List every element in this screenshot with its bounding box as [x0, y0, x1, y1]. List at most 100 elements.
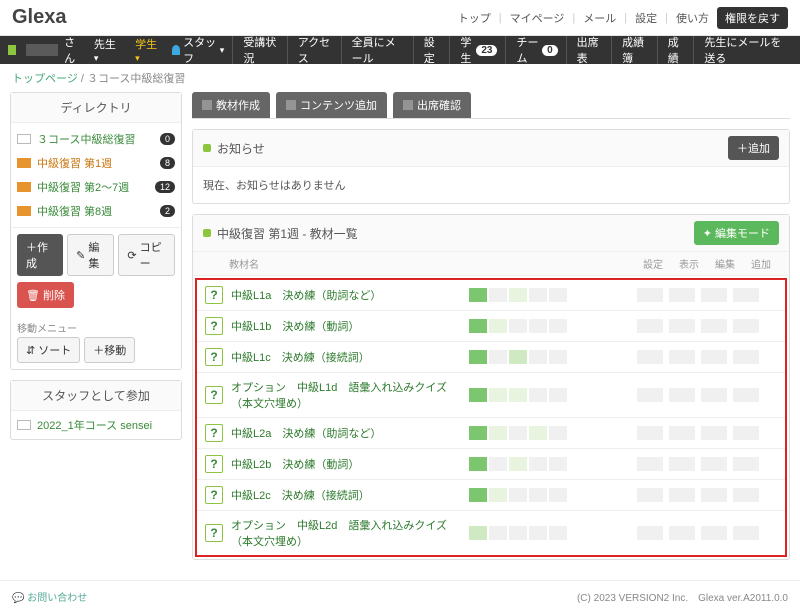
row-action[interactable]	[637, 488, 663, 502]
directory-item[interactable]: 中級復習 第8週2	[15, 199, 177, 223]
material-link[interactable]: 中級L1a 決め練（助詞など）	[231, 287, 461, 303]
nav-mail-teacher[interactable]: 先生にメールを送る	[696, 36, 792, 64]
row-action[interactable]	[669, 488, 695, 502]
tab-attendance-check[interactable]: 出席確認	[393, 92, 471, 118]
notice-add-button[interactable]: ＋追加	[728, 136, 779, 160]
nav-settings[interactable]: 設定	[416, 36, 451, 64]
move-menu-title: 移動メニュー	[11, 314, 181, 337]
top-link-settings[interactable]: 設定	[635, 10, 657, 26]
role-student-dropdown[interactable]: 学生	[129, 36, 164, 64]
row-action[interactable]	[701, 457, 727, 471]
material-link[interactable]: 中級L2c 決め練（接続詞）	[231, 487, 461, 503]
col-add: 追加	[743, 256, 779, 271]
row-action[interactable]	[701, 488, 727, 502]
row-action[interactable]	[701, 426, 727, 440]
nav-mailall[interactable]: 全員にメール	[344, 36, 414, 64]
row-action[interactable]	[733, 526, 759, 540]
row-action[interactable]	[637, 457, 663, 471]
material-link[interactable]: 中級L2a 決め練（助詞など）	[231, 425, 461, 441]
row-action[interactable]	[701, 526, 727, 540]
breadcrumb: トップページ / ３コース中級総復習	[0, 64, 800, 92]
material-row: ?中級L1b 決め練（動詞）	[197, 311, 785, 342]
row-action[interactable]	[637, 388, 663, 402]
row-action[interactable]	[669, 319, 695, 333]
nav-team[interactable]: チーム0	[508, 36, 566, 64]
row-action[interactable]	[637, 350, 663, 364]
top-link-mail[interactable]: メール	[583, 10, 616, 26]
top-link-mypage[interactable]: マイページ	[510, 10, 565, 26]
material-link[interactable]: オプション 中級L1d 語彙入れ込みクイズ（本文穴埋め）	[231, 379, 461, 411]
copy-button[interactable]: ⟳コピー	[118, 234, 175, 276]
tab-add-content[interactable]: コンテンツ追加	[276, 92, 387, 118]
progress-cell	[469, 350, 487, 364]
nav-students[interactable]: 学生23	[452, 36, 506, 64]
role-teacher-dropdown[interactable]: 先生	[88, 36, 123, 64]
row-action[interactable]	[733, 457, 759, 471]
row-action[interactable]	[733, 488, 759, 502]
edit-button[interactable]: ✎編集	[67, 234, 114, 276]
sort-button[interactable]: ⇵ソート	[17, 337, 80, 363]
row-action[interactable]	[669, 526, 695, 540]
section-dot-icon	[203, 144, 211, 152]
progress-cell	[549, 526, 567, 540]
progress-cell	[489, 319, 507, 333]
progress-cell	[489, 350, 507, 364]
progress-cell	[529, 288, 547, 302]
row-action[interactable]	[733, 388, 759, 402]
row-action[interactable]	[669, 388, 695, 402]
progress-cell	[489, 388, 507, 402]
row-action[interactable]	[669, 457, 695, 471]
student-count-badge: 23	[476, 45, 497, 56]
top-link-help[interactable]: 使い方	[676, 10, 709, 26]
nav-gradebook[interactable]: 成績簿	[614, 36, 658, 64]
tab-bar: 教材作成 コンテンツ追加 出席確認	[192, 92, 790, 119]
row-action[interactable]	[669, 288, 695, 302]
material-link[interactable]: 中級L1b 決め練（動詞）	[231, 318, 461, 334]
progress-cell	[549, 388, 567, 402]
progress-cell	[469, 457, 487, 471]
directory-item[interactable]: ３コース中級総復習0	[15, 127, 177, 151]
directory-item[interactable]: 中級復習 第2〜7週12	[15, 175, 177, 199]
row-action[interactable]	[701, 319, 727, 333]
nav-bar: さん 先生 学生 スタッフ 受講状況 アクセス 全員にメール 設定 学生23 チ…	[0, 36, 800, 64]
material-link[interactable]: 中級L2b 決め練（動詞）	[231, 456, 461, 472]
tab-create-material[interactable]: 教材作成	[192, 92, 270, 118]
material-row: ? 中級L1a 決め練（助詞など）	[197, 280, 785, 311]
row-action[interactable]	[637, 288, 663, 302]
delete-button[interactable]: 🗑削除	[17, 282, 74, 308]
row-action[interactable]	[733, 350, 759, 364]
row-action[interactable]	[701, 388, 727, 402]
row-action[interactable]	[701, 350, 727, 364]
folder-icon	[17, 420, 31, 430]
question-icon: ?	[205, 286, 223, 304]
row-action[interactable]	[733, 288, 759, 302]
nav-staff-dropdown[interactable]: スタッフ	[164, 36, 233, 64]
material-link[interactable]: 中級L1c 決め練（接続詞）	[231, 349, 461, 365]
directory-item[interactable]: 中級復習 第1週8	[15, 151, 177, 175]
nav-attendance-sheet[interactable]: 出席表	[569, 36, 613, 64]
nav-access[interactable]: アクセス	[290, 36, 342, 64]
move-button[interactable]: ＋移動	[84, 337, 135, 363]
restore-permission-button[interactable]: 権限を戻す	[717, 7, 788, 29]
breadcrumb-top[interactable]: トップページ	[12, 73, 78, 85]
row-action[interactable]	[733, 426, 759, 440]
nav-grades[interactable]: 成績	[660, 36, 695, 64]
create-button[interactable]: ＋作成	[17, 234, 63, 276]
material-link[interactable]: オプション 中級L2d 語彙入れ込みクイズ（本文穴埋め）	[231, 517, 461, 549]
question-icon: ?	[205, 486, 223, 504]
nav-attendance[interactable]: 受講状況	[235, 36, 287, 64]
row-action[interactable]	[637, 526, 663, 540]
top-link-top[interactable]: トップ	[458, 10, 491, 26]
row-action[interactable]	[669, 426, 695, 440]
staff-item-link[interactable]: 2022_1年コース sensei	[37, 417, 152, 433]
progress-cell	[549, 288, 567, 302]
row-action[interactable]	[637, 426, 663, 440]
edit-mode-button[interactable]: ✦ 編集モード	[694, 221, 779, 245]
col-display: 表示	[671, 256, 707, 271]
row-action[interactable]	[637, 319, 663, 333]
contact-link[interactable]: 💬 お問い合わせ	[12, 589, 87, 604]
materials-title: 中級復習 第1週 - 教材一覧	[217, 225, 694, 242]
row-action[interactable]	[669, 350, 695, 364]
row-action[interactable]	[701, 288, 727, 302]
row-action[interactable]	[733, 319, 759, 333]
